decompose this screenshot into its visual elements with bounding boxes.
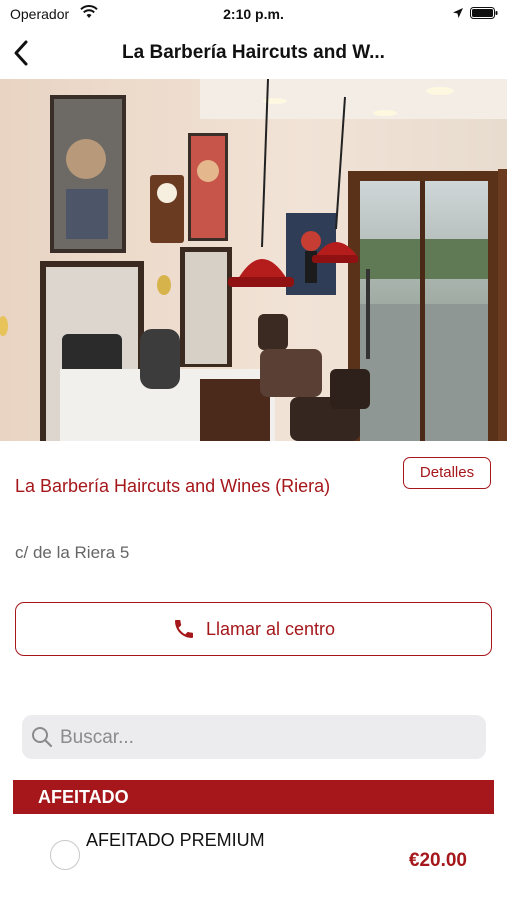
call-button-label: Llamar al centro: [205, 618, 336, 639]
service-select-radio[interactable]: [50, 840, 80, 870]
call-center-button[interactable]: Llamar al centro: [15, 602, 492, 656]
search-bar: [22, 715, 486, 761]
barbershop-interior-image: [0, 79, 507, 441]
phone-icon: [174, 620, 193, 638]
battery-icon: [470, 7, 498, 19]
shop-name: La Barbería Haircuts and Wines (Riera): [15, 476, 331, 496]
details-button[interactable]: Detalles: [403, 457, 491, 489]
category-header: AFEITADO: [13, 780, 494, 814]
clock: 2:10 p.m.: [223, 6, 284, 22]
status-bar: Operador 2:10 p.m.: [0, 0, 507, 28]
location-arrow-icon: [453, 8, 463, 18]
service-name: AFEITADO PREMIUM: [86, 830, 265, 850]
chevron-left-icon: [14, 40, 28, 66]
back-button[interactable]: [8, 36, 36, 70]
list-item[interactable]: AFEITADO PREMIUM €20.00: [0, 820, 507, 900]
shop-address: c/ de la Riera 5: [15, 543, 130, 562]
nav-bar: La Barbería Haircuts and W...: [0, 28, 507, 78]
page-title: La Barbería Haircuts and W...: [122, 42, 385, 63]
hero-photo: [0, 79, 507, 441]
search-icon: [32, 727, 53, 748]
service-price: €20.00: [408, 850, 467, 871]
search-input[interactable]: [58, 715, 482, 761]
